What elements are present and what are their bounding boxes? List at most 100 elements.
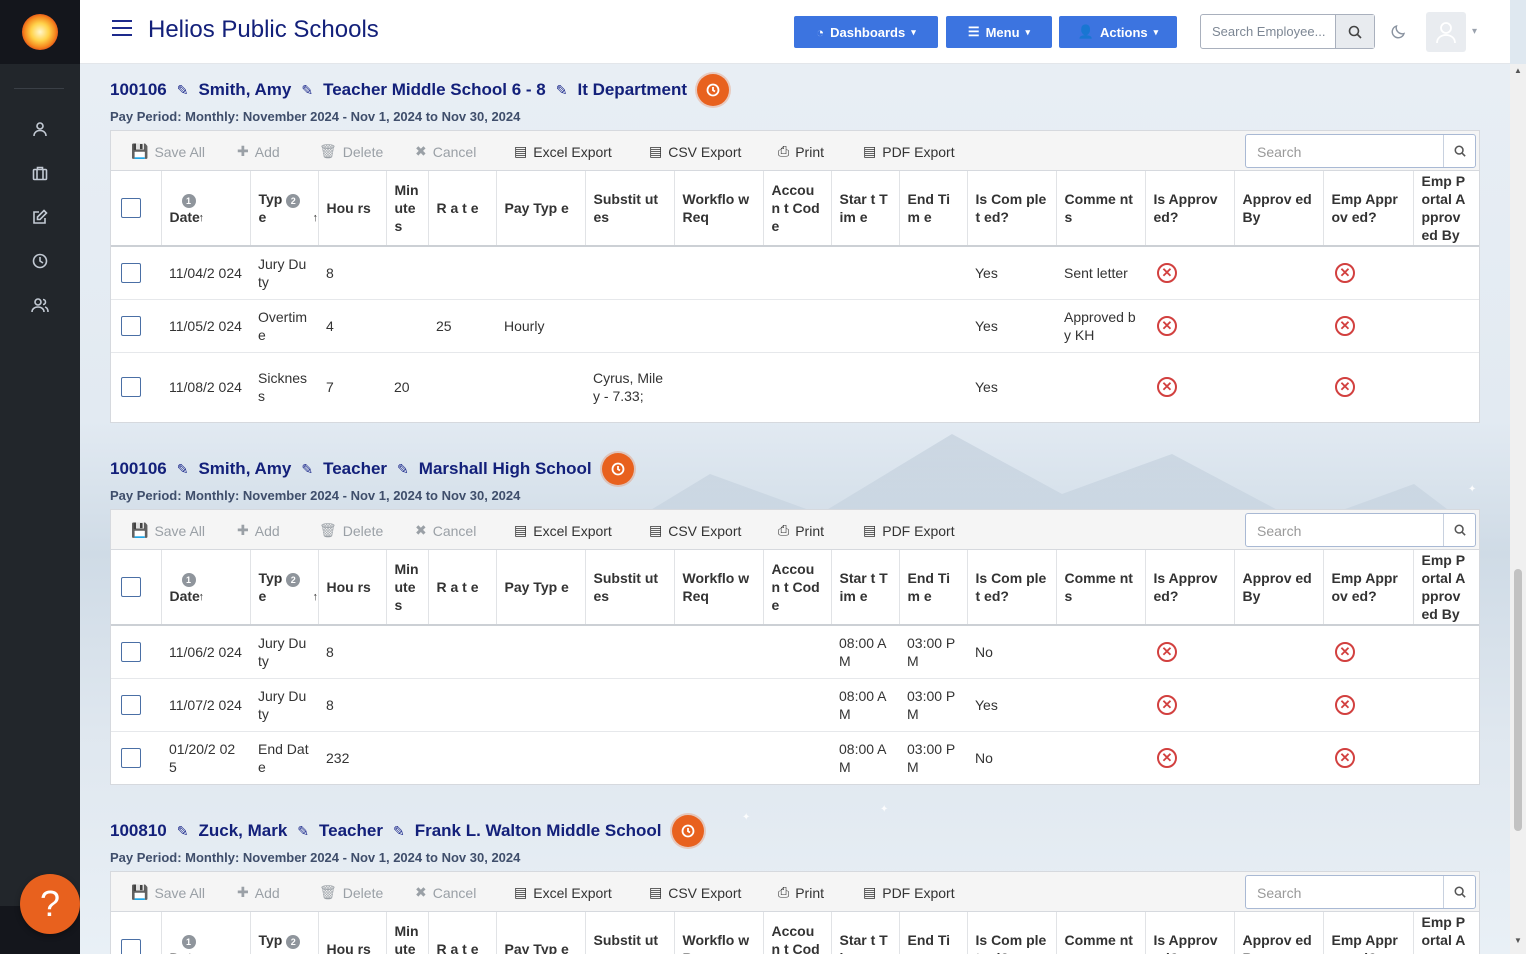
cell-comments[interactable] [1056,351,1145,422]
edit-icon[interactable] [30,207,50,227]
cell-pay-type[interactable] [496,245,585,299]
grid-search[interactable]: Search [1245,875,1476,909]
column-header[interactable]: R a t e [427,171,496,247]
pdf-export-button[interactable]: ▤ PDF Export [863,522,955,539]
page-scrollbar[interactable]: ▲ ▼ [1510,64,1526,954]
cell-approved-by[interactable] [1234,298,1323,352]
column-header[interactable]: Star t Tim e [830,550,899,626]
cell-substitutes[interactable] [585,677,674,731]
cell-date[interactable]: 11/04/2 024 [161,245,250,299]
helios-logo[interactable] [0,0,80,64]
column-header[interactable]: Pay Typ e [495,550,585,626]
cell-approved-by[interactable] [1234,245,1323,299]
employee-id[interactable]: 100106 [110,459,167,479]
cell-hours[interactable]: 8 [318,624,386,678]
employee-location[interactable]: Frank L. Walton Middle School [415,821,662,841]
select-all-checkbox[interactable] [121,577,141,597]
row-checkbox[interactable] [121,377,141,398]
employee-position[interactable]: Teacher [323,459,387,479]
column-header[interactable]: Accoun t Code [762,171,831,247]
cell-workflow-req[interactable] [674,351,763,422]
cell-hours[interactable]: 7 [318,351,386,422]
hamburger-menu-icon[interactable] [112,20,132,36]
cell-emp-portal-approved-by[interactable] [1413,677,1479,731]
column-header-type[interactable]: Typ 2e↑ [249,550,318,626]
scroll-down-icon[interactable]: ▼ [1514,936,1522,945]
cell-comments[interactable]: Sent letter [1056,245,1145,299]
users-icon[interactable] [30,295,50,315]
cell-type[interactable]: Jury Duty [250,245,318,299]
cell-approved-by[interactable] [1234,677,1323,731]
cell-account-code[interactable] [763,730,831,784]
employee-id[interactable]: 100106 [110,80,167,100]
column-header[interactable]: Emp Approv ed? [1322,550,1413,626]
cell-is-completed[interactable]: No [967,624,1056,678]
column-header[interactable]: Is Com plet ed? [966,550,1056,626]
employee-location[interactable]: It Department [577,80,687,100]
column-header[interactable]: Substit utes [584,912,674,954]
print-button[interactable]: ⎙ Print [778,143,824,160]
csv-export-button[interactable]: ▤ CSV Export [649,522,741,539]
cell-rate[interactable] [428,730,496,784]
employee-location[interactable]: Marshall High School [419,459,592,479]
cell-emp-portal-approved-by[interactable] [1413,245,1479,299]
cell-date[interactable]: 11/06/2 024 [161,624,250,678]
cell-substitutes[interactable] [585,624,674,678]
cell-is-completed[interactable]: Yes [967,298,1056,352]
csv-export-button[interactable]: ▤ CSV Export [649,143,741,160]
column-header-date[interactable]: 1Date↑ [160,550,250,626]
search-icon[interactable] [1443,876,1475,908]
table-row[interactable]: 11/08/2 024 Sickness 7 20 Cyrus, Miley -… [111,351,1479,422]
save-all-button[interactable]: 💾 Save All [131,522,205,539]
column-header[interactable]: Min utes [385,912,428,954]
cell-pay-type[interactable] [496,624,585,678]
cell-start-time[interactable]: 08:00 AM [831,730,899,784]
cell-minutes[interactable] [386,624,428,678]
column-header[interactable]: Min utes [385,171,428,247]
column-header[interactable]: Comme nts [1055,171,1145,247]
cell-emp-portal-approved-by[interactable] [1413,351,1479,422]
cancel-button[interactable]: ✖ Cancel [415,884,476,901]
cell-rate[interactable] [428,245,496,299]
select-all-checkbox[interactable] [121,198,141,218]
row-checkbox[interactable] [121,641,141,662]
cell-hours[interactable]: 8 [318,677,386,731]
cell-end-time[interactable] [899,351,967,422]
grid-search[interactable]: Search [1245,134,1476,168]
avatar[interactable] [1426,12,1466,52]
cell-start-time[interactable] [831,245,899,299]
cell-minutes[interactable] [386,730,428,784]
table-row[interactable]: 11/05/2 024 Overtime 4 25 Hourly Yes App… [111,298,1479,352]
column-header[interactable]: End Tim e [898,550,967,626]
cell-end-time[interactable] [899,298,967,352]
grid-search-input[interactable]: Search [1257,144,1301,160]
table-row[interactable]: 11/04/2 024 Jury Duty 8 Yes Sent letter … [111,245,1479,299]
cell-pay-type[interactable] [496,730,585,784]
column-header[interactable]: Hou rs [317,550,386,626]
chevron-down-icon[interactable]: ▾ [1472,26,1477,37]
cell-date[interactable]: 01/20/2 025 [161,730,250,784]
menu-button[interactable]: ☰ Menu ▾ [946,16,1052,48]
cell-type[interactable]: Sickness [250,351,318,422]
save-all-button[interactable]: 💾 Save All [131,884,205,901]
cell-start-time[interactable] [831,351,899,422]
cell-approved-by[interactable] [1234,624,1323,678]
column-header[interactable]: Accoun t Code [762,550,831,626]
timesheet-clock-button[interactable] [671,815,704,847]
column-header[interactable]: End Tim e [898,912,967,954]
scroll-up-icon[interactable]: ▲ [1514,66,1522,75]
add-button[interactable]: ✚ Add [237,522,280,539]
column-header[interactable]: Is Approv ed? [1144,912,1234,954]
cell-comments[interactable] [1056,730,1145,784]
column-header[interactable]: Comme nts [1055,550,1145,626]
pdf-export-button[interactable]: ▤ PDF Export [863,884,955,901]
column-header[interactable]: Emp Approv ed? [1322,171,1413,247]
employee-name[interactable]: Zuck, Mark [198,821,287,841]
column-header-date[interactable]: 1Date↑ [160,912,250,954]
csv-export-button[interactable]: ▤ CSV Export [649,884,741,901]
cell-hours[interactable]: 4 [318,298,386,352]
cell-type[interactable]: End Date [250,730,318,784]
cell-comments[interactable] [1056,624,1145,678]
column-header[interactable]: Approv ed By [1233,912,1323,954]
cell-rate[interactable] [428,677,496,731]
